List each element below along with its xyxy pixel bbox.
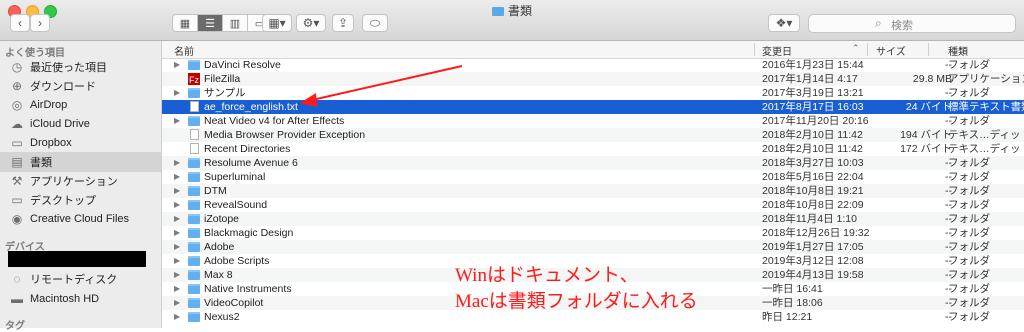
arrow-line — [311, 65, 463, 101]
annotation-line-2: Macは書類フォルダに入れる — [455, 291, 698, 312]
arrowhead — [300, 93, 317, 107]
annotation-line-1: Winはドキュメント、 — [455, 265, 639, 286]
